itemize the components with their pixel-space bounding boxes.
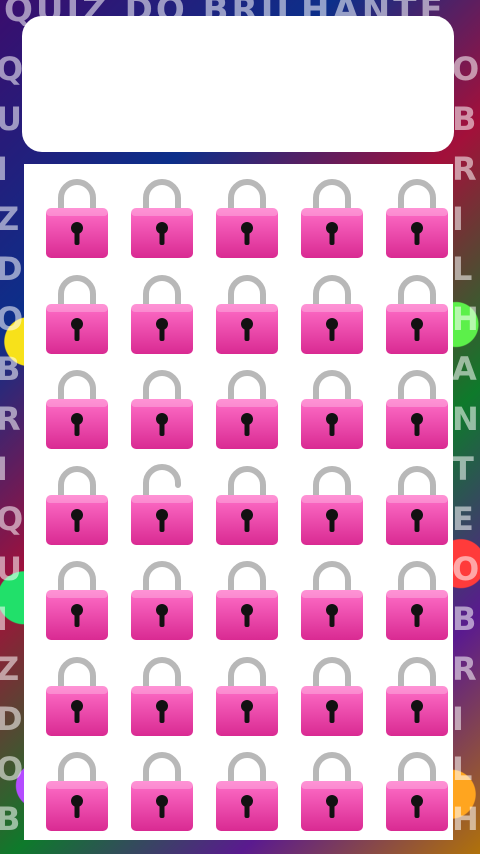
padlock-cell[interactable]: [119, 745, 204, 841]
background-letter: I: [0, 150, 8, 188]
unlocked-padlock-cell[interactable]: [119, 459, 204, 555]
background-letter: O: [0, 750, 24, 788]
padlock-cell[interactable]: [34, 459, 119, 555]
padlock-grid: [34, 172, 459, 841]
background-letter: B: [452, 100, 477, 138]
padlock-cell[interactable]: [34, 650, 119, 746]
padlock-cell[interactable]: [289, 745, 374, 841]
puzzle-board: [24, 164, 453, 840]
padlock-cell[interactable]: [204, 650, 289, 746]
background-letter: O: [452, 50, 480, 88]
padlock-cell[interactable]: [204, 172, 289, 268]
padlock-cell[interactable]: [34, 554, 119, 650]
background-letter: D: [0, 700, 23, 738]
padlock-cell[interactable]: [374, 745, 459, 841]
padlock-cell[interactable]: [374, 459, 459, 555]
padlock-cell[interactable]: [204, 745, 289, 841]
padlock-cell[interactable]: [119, 172, 204, 268]
padlock-cell[interactable]: [374, 363, 459, 459]
padlock-cell[interactable]: [374, 554, 459, 650]
background-letter: Q: [0, 50, 24, 88]
background-letter: I: [0, 450, 8, 488]
background-letter: B: [0, 800, 21, 838]
padlock-cell[interactable]: [204, 459, 289, 555]
padlock-cell[interactable]: [374, 650, 459, 746]
background-letter: R: [0, 400, 21, 438]
background-letter: U: [0, 100, 22, 138]
padlock-cell[interactable]: [204, 363, 289, 459]
background-letter: Z: [0, 650, 20, 688]
padlock-cell[interactable]: [289, 459, 374, 555]
padlock-cell[interactable]: [289, 172, 374, 268]
padlock-cell[interactable]: [119, 650, 204, 746]
padlock-cell[interactable]: [374, 172, 459, 268]
background-letter: B: [0, 350, 21, 388]
padlock-cell[interactable]: [204, 268, 289, 364]
padlock-cell[interactable]: [289, 650, 374, 746]
background-letter: I: [0, 600, 8, 638]
background-letter: D: [0, 250, 23, 288]
padlock-cell[interactable]: [289, 363, 374, 459]
question-banner: [22, 16, 454, 152]
padlock-cell[interactable]: [34, 363, 119, 459]
padlock-cell[interactable]: [34, 268, 119, 364]
padlock-cell[interactable]: [289, 268, 374, 364]
padlock-cell[interactable]: [374, 268, 459, 364]
padlock-cell[interactable]: [34, 172, 119, 268]
padlock-cell[interactable]: [204, 554, 289, 650]
padlock-cell[interactable]: [289, 554, 374, 650]
padlock-cell[interactable]: [119, 363, 204, 459]
background-letter: U: [0, 550, 22, 588]
padlock-cell[interactable]: [119, 268, 204, 364]
padlock-cell[interactable]: [34, 745, 119, 841]
background-letter: Q: [0, 500, 24, 538]
background-letter: O: [0, 300, 24, 338]
background-letter: Z: [0, 200, 20, 238]
padlock-cell[interactable]: [119, 554, 204, 650]
